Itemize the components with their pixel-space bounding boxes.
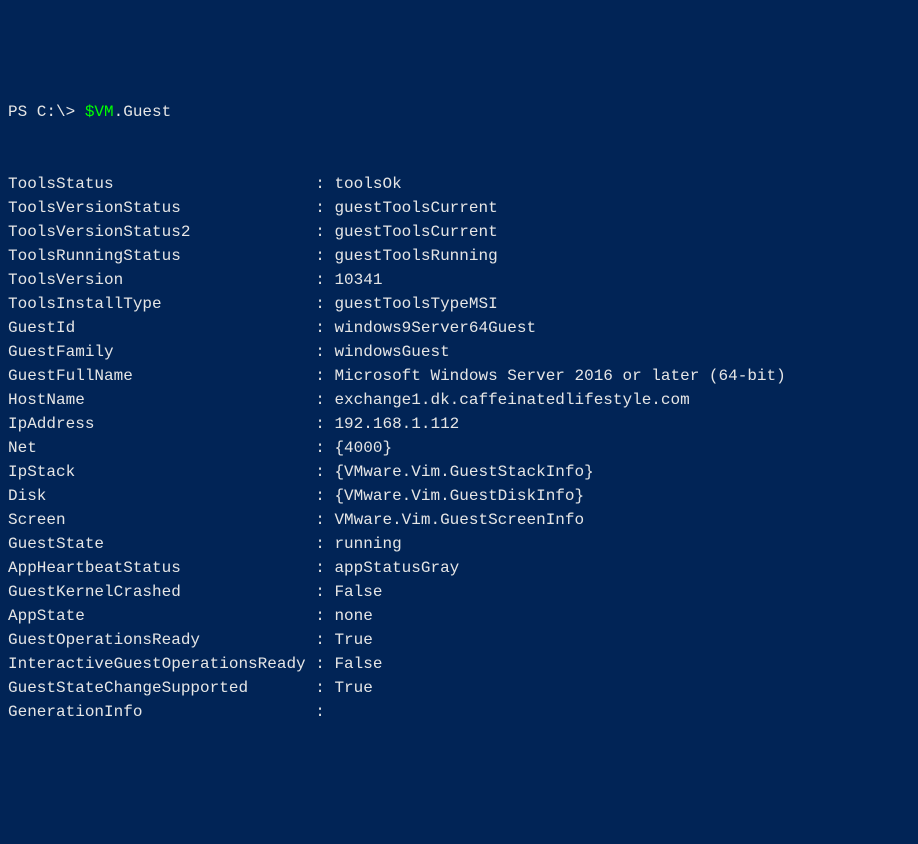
separator: : [315,391,334,409]
property-name: ToolsInstallType [8,292,315,316]
property-value: Microsoft Windows Server 2016 or later (… [334,367,785,385]
separator: : [315,487,334,505]
property-name: ToolsStatus [8,172,315,196]
property-name: ToolsRunningStatus [8,244,315,268]
property-value: {VMware.Vim.GuestStackInfo} [334,463,593,481]
separator: : [315,559,334,577]
output-row: GuestFullName : Microsoft Windows Server… [8,364,910,388]
property-name: InteractiveGuestOperationsReady [8,652,315,676]
variable-token: $VM [85,103,114,121]
property-name: GuestKernelCrashed [8,580,315,604]
prompt-prefix: PS C:\> [8,103,85,121]
output-row: InteractiveGuestOperationsReady : False [8,652,910,676]
property-name: GuestFullName [8,364,315,388]
property-name: ToolsVersion [8,268,315,292]
property-value: 192.168.1.112 [334,415,459,433]
separator: : [315,415,334,433]
output-row: GuestState : running [8,532,910,556]
property-value: 10341 [334,271,382,289]
property-value: none [334,607,372,625]
output-row: HostName : exchange1.dk.caffeinatedlifes… [8,388,910,412]
output-row: ToolsInstallType : guestToolsTypeMSI [8,292,910,316]
property-value: guestToolsRunning [334,247,497,265]
output-row: Disk : {VMware.Vim.GuestDiskInfo} [8,484,910,508]
property-value: windows9Server64Guest [334,319,536,337]
output-row: GenerationInfo : [8,700,910,724]
separator: : [315,271,334,289]
property-value: True [334,631,372,649]
separator: : [315,175,334,193]
separator: : [315,511,334,529]
separator: : [315,367,334,385]
output-row: GuestId : windows9Server64Guest [8,316,910,340]
property-access: .Guest [114,103,172,121]
separator: : [315,631,334,649]
property-value: exchange1.dk.caffeinatedlifestyle.com [334,391,689,409]
property-name: AppState [8,604,315,628]
output-row: GuestKernelCrashed : False [8,580,910,604]
output-row: ToolsStatus : toolsOk [8,172,910,196]
separator: : [315,655,334,673]
separator: : [315,343,334,361]
output-row: GuestStateChangeSupported : True [8,676,910,700]
property-value: toolsOk [334,175,401,193]
property-value: running [334,535,401,553]
property-name: Screen [8,508,315,532]
output-row: AppState : none [8,604,910,628]
separator: : [315,583,334,601]
property-name: ToolsVersionStatus [8,196,315,220]
property-name: Net [8,436,315,460]
output-row: Net : {4000} [8,436,910,460]
output-row: ToolsVersionStatus : guestToolsCurrent [8,196,910,220]
property-value: False [334,655,382,673]
output-row: ToolsVersion : 10341 [8,268,910,292]
property-name: GuestState [8,532,315,556]
property-name: Disk [8,484,315,508]
property-name: IpStack [8,460,315,484]
output-row: IpStack : {VMware.Vim.GuestStackInfo} [8,460,910,484]
command-prompt-line[interactable]: PS C:\> $VM.Guest [8,100,910,124]
property-value: True [334,679,372,697]
property-value: {4000} [334,439,392,457]
separator: : [315,607,334,625]
output-row: GuestFamily : windowsGuest [8,340,910,364]
property-value: guestToolsCurrent [334,199,497,217]
property-name: GuestStateChangeSupported [8,676,315,700]
property-value: windowsGuest [334,343,449,361]
property-name: AppHeartbeatStatus [8,556,315,580]
property-name: ToolsVersionStatus2 [8,220,315,244]
output-row: ToolsRunningStatus : guestToolsRunning [8,244,910,268]
output-row: AppHeartbeatStatus : appStatusGray [8,556,910,580]
property-value: VMware.Vim.GuestScreenInfo [334,511,584,529]
separator: : [315,247,334,265]
separator: : [315,703,334,721]
property-value: guestToolsCurrent [334,223,497,241]
property-name: IpAddress [8,412,315,436]
output-row: ToolsVersionStatus2 : guestToolsCurrent [8,220,910,244]
property-name: HostName [8,388,315,412]
output-block: ToolsStatus : toolsOkToolsVersionStatus … [8,172,910,724]
property-name: GuestId [8,316,315,340]
separator: : [315,463,334,481]
output-row: Screen : VMware.Vim.GuestScreenInfo [8,508,910,532]
property-name: GuestOperationsReady [8,628,315,652]
output-row: GuestOperationsReady : True [8,628,910,652]
property-name: GuestFamily [8,340,315,364]
property-value: appStatusGray [334,559,459,577]
property-value: guestToolsTypeMSI [334,295,497,313]
output-row: IpAddress : 192.168.1.112 [8,412,910,436]
separator: : [315,535,334,553]
property-value: {VMware.Vim.GuestDiskInfo} [334,487,584,505]
property-name: GenerationInfo [8,700,315,724]
separator: : [315,223,334,241]
separator: : [315,679,334,697]
separator: : [315,199,334,217]
property-value: False [334,583,382,601]
separator: : [315,439,334,457]
separator: : [315,319,334,337]
separator: : [315,295,334,313]
